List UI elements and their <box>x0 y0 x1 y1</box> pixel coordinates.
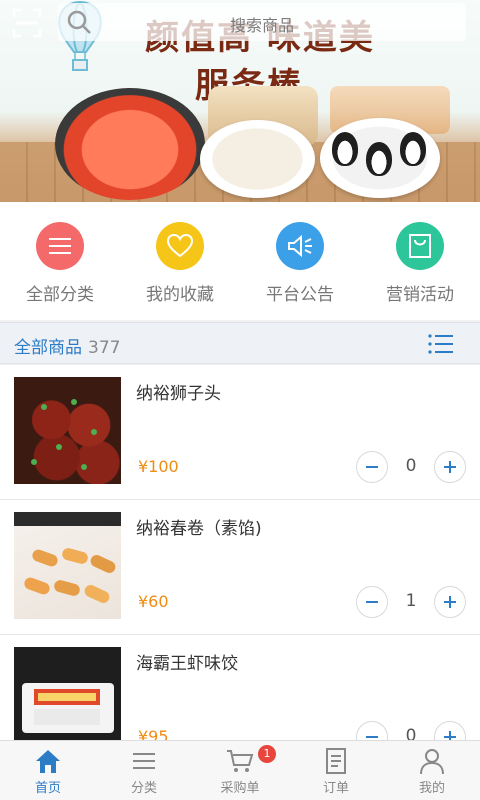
cart-count-badge: 1 <box>258 745 276 763</box>
minus-icon <box>366 601 378 603</box>
product-list[interactable]: 纳裕狮子头 ¥100 0 纳裕春卷（素馅) ¥60 1 海霸王虾味饺 ¥95 0 <box>0 365 480 740</box>
all-products-header: 全部商品 377 <box>0 322 480 364</box>
bottom-tab-bar: 首页 分类 1 采购单 订单 我的 <box>0 740 480 800</box>
list-view-icon[interactable] <box>428 332 454 356</box>
heart-icon <box>156 222 204 270</box>
tab-label: 我的 <box>418 781 445 796</box>
product-item[interactable]: 海霸王虾味饺 ¥95 0 <box>0 635 480 740</box>
tab-orders[interactable]: 订单 <box>288 741 384 800</box>
tab-label: 订单 <box>322 781 349 796</box>
tab-label: 采购单 <box>220 781 260 796</box>
product-price: ¥100 <box>138 457 179 476</box>
quantity-value: 1 <box>405 591 417 611</box>
increase-quantity-button[interactable] <box>434 451 466 483</box>
increase-quantity-button[interactable] <box>434 586 466 618</box>
penguin-buns-image <box>320 118 440 198</box>
quick-nav-promotions[interactable]: 营销活动 <box>360 202 480 320</box>
speaker-icon <box>276 222 324 270</box>
decrease-quantity-button[interactable] <box>356 721 388 740</box>
minus-icon <box>366 736 378 738</box>
tab-category[interactable]: 分类 <box>96 741 192 800</box>
penguin-bun <box>332 132 358 166</box>
product-price: ¥95 <box>138 727 169 740</box>
quick-nav-label: 我的收藏 <box>146 285 214 305</box>
category-icon <box>133 753 155 769</box>
home-icon <box>36 750 60 773</box>
plus-icon <box>444 596 456 608</box>
quick-nav-label: 营销活动 <box>386 285 454 305</box>
promo-banner[interactable]: 颜值高 味道美 服务棒 搜索商品 <box>0 0 480 202</box>
cart-icon <box>227 750 254 772</box>
product-item[interactable]: 纳裕狮子头 ¥100 0 <box>0 365 480 500</box>
minus-icon <box>366 466 378 468</box>
penguin-bun <box>400 132 426 166</box>
plus-icon <box>444 461 456 473</box>
bag-icon <box>396 222 444 270</box>
quick-nav-favorites[interactable]: 我的收藏 <box>120 202 240 320</box>
penguin-bun <box>366 142 392 176</box>
scan-icon[interactable] <box>12 8 42 38</box>
quantity-value: 0 <box>405 456 417 476</box>
product-price: ¥60 <box>138 592 169 611</box>
product-name: 海霸王虾味饺 <box>136 654 238 674</box>
seafood-platter-image <box>55 88 205 200</box>
user-icon <box>420 749 444 775</box>
quick-nav-label: 平台公告 <box>266 285 334 305</box>
decrease-quantity-button[interactable] <box>356 451 388 483</box>
product-count: 377 <box>88 338 121 358</box>
quantity-value: 0 <box>405 726 417 740</box>
product-image-meatballs <box>14 377 121 484</box>
product-name: 纳裕狮子头 <box>136 384 221 404</box>
increase-quantity-button[interactable] <box>434 721 466 740</box>
tab-cart[interactable]: 1 采购单 <box>192 741 288 800</box>
product-name: 纳裕春卷（素馅) <box>136 519 262 539</box>
section-title-text: 全部商品 <box>14 338 82 358</box>
section-title: 全部商品 377 <box>14 333 120 358</box>
product-image-spring-rolls <box>14 512 121 619</box>
search-bar[interactable]: 搜索商品 <box>58 3 466 41</box>
search-placeholder: 搜索商品 <box>229 16 294 35</box>
decrease-quantity-button[interactable] <box>356 586 388 618</box>
quick-nav-label: 全部分类 <box>26 285 94 305</box>
product-image-shrimp-dumplings <box>14 647 121 740</box>
product-item[interactable]: 纳裕春卷（素馅) ¥60 1 <box>0 500 480 635</box>
tab-label: 首页 <box>34 781 61 796</box>
quick-nav: 全部分类 我的收藏 平台公告 营销活动 <box>0 202 480 320</box>
quick-nav-all-categories[interactable]: 全部分类 <box>0 202 120 320</box>
tab-profile[interactable]: 我的 <box>384 741 480 800</box>
tab-label: 分类 <box>130 781 157 796</box>
order-icon <box>326 748 346 774</box>
shrimp-dumplings-image <box>200 120 315 198</box>
plus-icon <box>444 731 456 740</box>
tab-home[interactable]: 首页 <box>0 741 96 800</box>
menu-icon <box>36 222 84 270</box>
quick-nav-announcements[interactable]: 平台公告 <box>240 202 360 320</box>
